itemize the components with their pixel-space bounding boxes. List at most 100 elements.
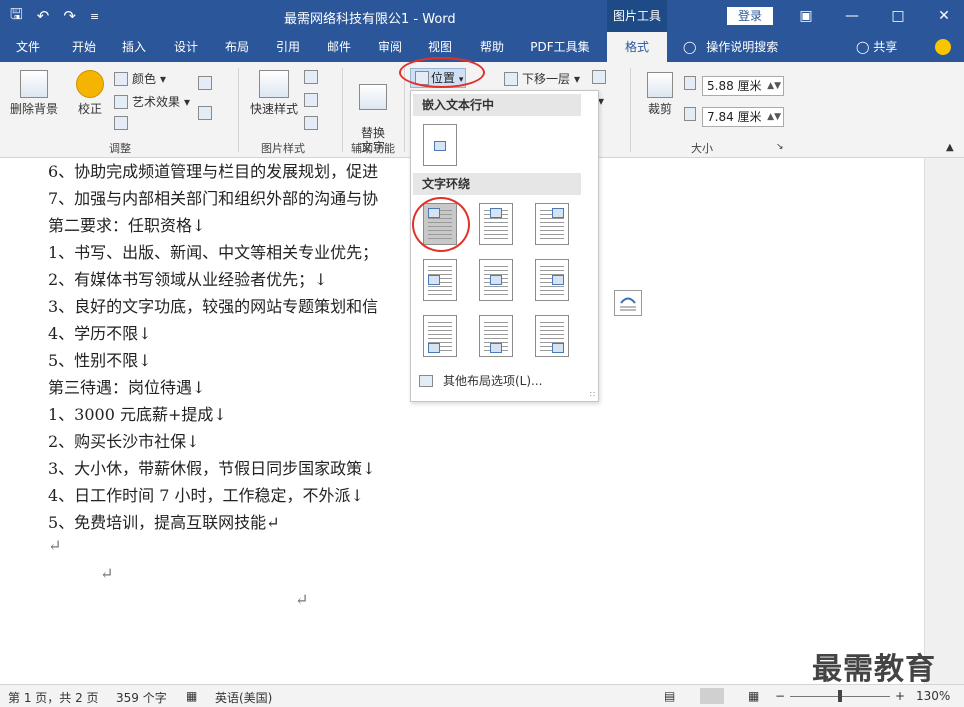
close-icon[interactable]: ✕ xyxy=(924,0,964,32)
transparency-button[interactable] xyxy=(114,116,128,130)
more-layout-options[interactable]: 其他布局选项(L)... xyxy=(419,372,543,389)
layout-options-icon[interactable] xyxy=(614,290,642,316)
position-middle-left-option[interactable] xyxy=(423,259,457,301)
zoom-out-icon[interactable]: − xyxy=(775,689,785,703)
spinner-arrows-icon[interactable]: ▲▼ xyxy=(767,108,781,126)
zoom-in-icon[interactable]: + xyxy=(895,689,905,703)
tell-me-search[interactable]: ◯ 操作说明搜索 xyxy=(683,32,778,62)
picture-effects-button[interactable] xyxy=(304,93,318,107)
zoom-slider-thumb[interactable] xyxy=(838,690,842,702)
page-count[interactable]: 第 1 页，共 2 页 xyxy=(8,689,99,706)
transparency-icon xyxy=(114,116,128,130)
text-line xyxy=(540,234,564,235)
position-bottom-center-option[interactable] xyxy=(479,315,513,357)
picture-placeholder xyxy=(490,275,502,285)
tab-references[interactable]: 引用 xyxy=(266,32,310,62)
tab-file[interactable]: 文件 xyxy=(6,32,50,62)
text-line xyxy=(540,286,564,287)
picture-border-button[interactable] xyxy=(304,70,318,84)
send-backward-icon xyxy=(504,71,518,86)
feedback-smiley-icon[interactable] xyxy=(935,39,951,55)
change-picture-button[interactable] xyxy=(198,106,212,120)
position-middle-right-option[interactable] xyxy=(535,259,569,301)
position-middle-center-option[interactable] xyxy=(479,259,513,301)
picture-border-icon xyxy=(304,70,318,84)
paragraph-mark: ↵ xyxy=(48,536,62,555)
color-icon xyxy=(114,71,128,86)
redo-icon[interactable]: ↷ xyxy=(63,7,76,25)
artistic-effects-button[interactable]: 艺术效果 ▾ xyxy=(114,93,190,110)
undo-icon[interactable]: ↶ xyxy=(37,7,50,25)
group-icon xyxy=(592,70,606,84)
artistic-effects-icon xyxy=(114,94,128,109)
text-line xyxy=(484,266,508,267)
login-button[interactable]: 登录 xyxy=(727,7,773,25)
position-top-right-option[interactable] xyxy=(535,203,569,245)
quick-styles-button[interactable]: 快速样式 xyxy=(246,70,302,117)
spinner-arrows-icon[interactable]: ▲▼ xyxy=(767,77,781,95)
height-input[interactable]: 5.88 厘米 ▲▼ xyxy=(702,76,784,96)
position-bottom-left-option[interactable] xyxy=(423,315,457,357)
color-button[interactable]: 颜色 ▾ xyxy=(114,70,166,87)
tab-format[interactable]: 格式 xyxy=(607,32,667,62)
change-picture-icon xyxy=(198,106,212,120)
text-line xyxy=(540,290,564,291)
corrections-button[interactable]: 校正 xyxy=(70,70,110,117)
crop-button[interactable]: 裁剪 xyxy=(640,72,680,117)
size-launcher-icon[interactable]: ↘ xyxy=(776,142,784,152)
position-top-center-option[interactable] xyxy=(479,203,513,245)
customize-qat-icon[interactable]: ≡ xyxy=(90,10,99,23)
watermark: 最需教育 xyxy=(812,652,936,687)
size-group-label: 大小 xyxy=(691,142,713,155)
tab-home[interactable]: 开始 xyxy=(60,32,108,62)
tab-mailings[interactable]: 邮件 xyxy=(317,32,361,62)
width-input[interactable]: 7.84 厘米 ▲▼ xyxy=(702,107,784,127)
read-mode-icon[interactable]: ▤ xyxy=(664,689,675,703)
share-button[interactable]: ◯ 共享 xyxy=(856,32,897,62)
print-layout-icon[interactable] xyxy=(700,688,724,704)
text-line xyxy=(484,338,508,339)
text-line xyxy=(484,230,508,231)
collapse-ribbon-icon[interactable]: ▲ xyxy=(946,142,954,153)
minimize-icon[interactable]: — xyxy=(832,0,872,32)
tab-insert[interactable]: 插入 xyxy=(112,32,156,62)
quick-access-toolbar: 🖫 ↶ ↷ ≡ xyxy=(10,0,99,32)
language[interactable]: 英语(美国) xyxy=(215,689,272,706)
tab-design[interactable]: 设计 xyxy=(164,32,208,62)
divider xyxy=(342,68,343,152)
highlight-ellipse xyxy=(399,57,485,88)
save-icon[interactable]: 🖫 xyxy=(10,4,23,29)
picture-layout-button[interactable] xyxy=(304,116,318,130)
ribbon-display-icon[interactable]: ▣ xyxy=(786,0,826,32)
zoom-level[interactable]: 130% xyxy=(916,689,950,703)
tab-help[interactable]: 帮助 xyxy=(470,32,514,62)
tab-pdf-tools[interactable]: PDF工具集 xyxy=(522,32,598,62)
text-line xyxy=(428,330,452,331)
word-count[interactable]: 359 个字 xyxy=(116,689,167,706)
text-line xyxy=(484,218,508,219)
resize-grip-icon[interactable]: ∷ xyxy=(590,390,595,399)
vertical-scrollbar[interactable] xyxy=(924,158,964,684)
maximize-icon[interactable]: □ xyxy=(878,0,918,32)
text-line xyxy=(540,222,564,223)
web-layout-icon[interactable]: ▦ xyxy=(748,689,759,703)
layout-options-small-icon xyxy=(419,374,433,387)
send-backward-button[interactable]: 下移一层 ▾ xyxy=(504,70,580,87)
height-icon-wrap xyxy=(684,76,696,90)
accessibility-group-label: 辅助功能 xyxy=(351,142,395,155)
proofing-icon[interactable]: ▦ xyxy=(186,689,197,703)
compress-pictures-button[interactable] xyxy=(198,76,212,90)
group-objects-button[interactable] xyxy=(592,70,606,84)
paragraph-mark: ↵ xyxy=(295,590,309,609)
text-line xyxy=(484,286,508,287)
text-line xyxy=(428,322,452,323)
remove-background-button[interactable]: 删除背景 xyxy=(6,70,62,117)
text-line xyxy=(484,334,508,335)
tab-review[interactable]: 审阅 xyxy=(368,32,412,62)
tab-layout[interactable]: 布局 xyxy=(215,32,259,62)
doc-line: 6、协助完成频道管理与栏目的发展规划，促进 xyxy=(48,162,379,181)
position-inline-option[interactable] xyxy=(423,124,457,166)
picture-placeholder xyxy=(552,208,564,218)
picture-placeholder xyxy=(552,343,564,353)
position-bottom-right-option[interactable] xyxy=(535,315,569,357)
